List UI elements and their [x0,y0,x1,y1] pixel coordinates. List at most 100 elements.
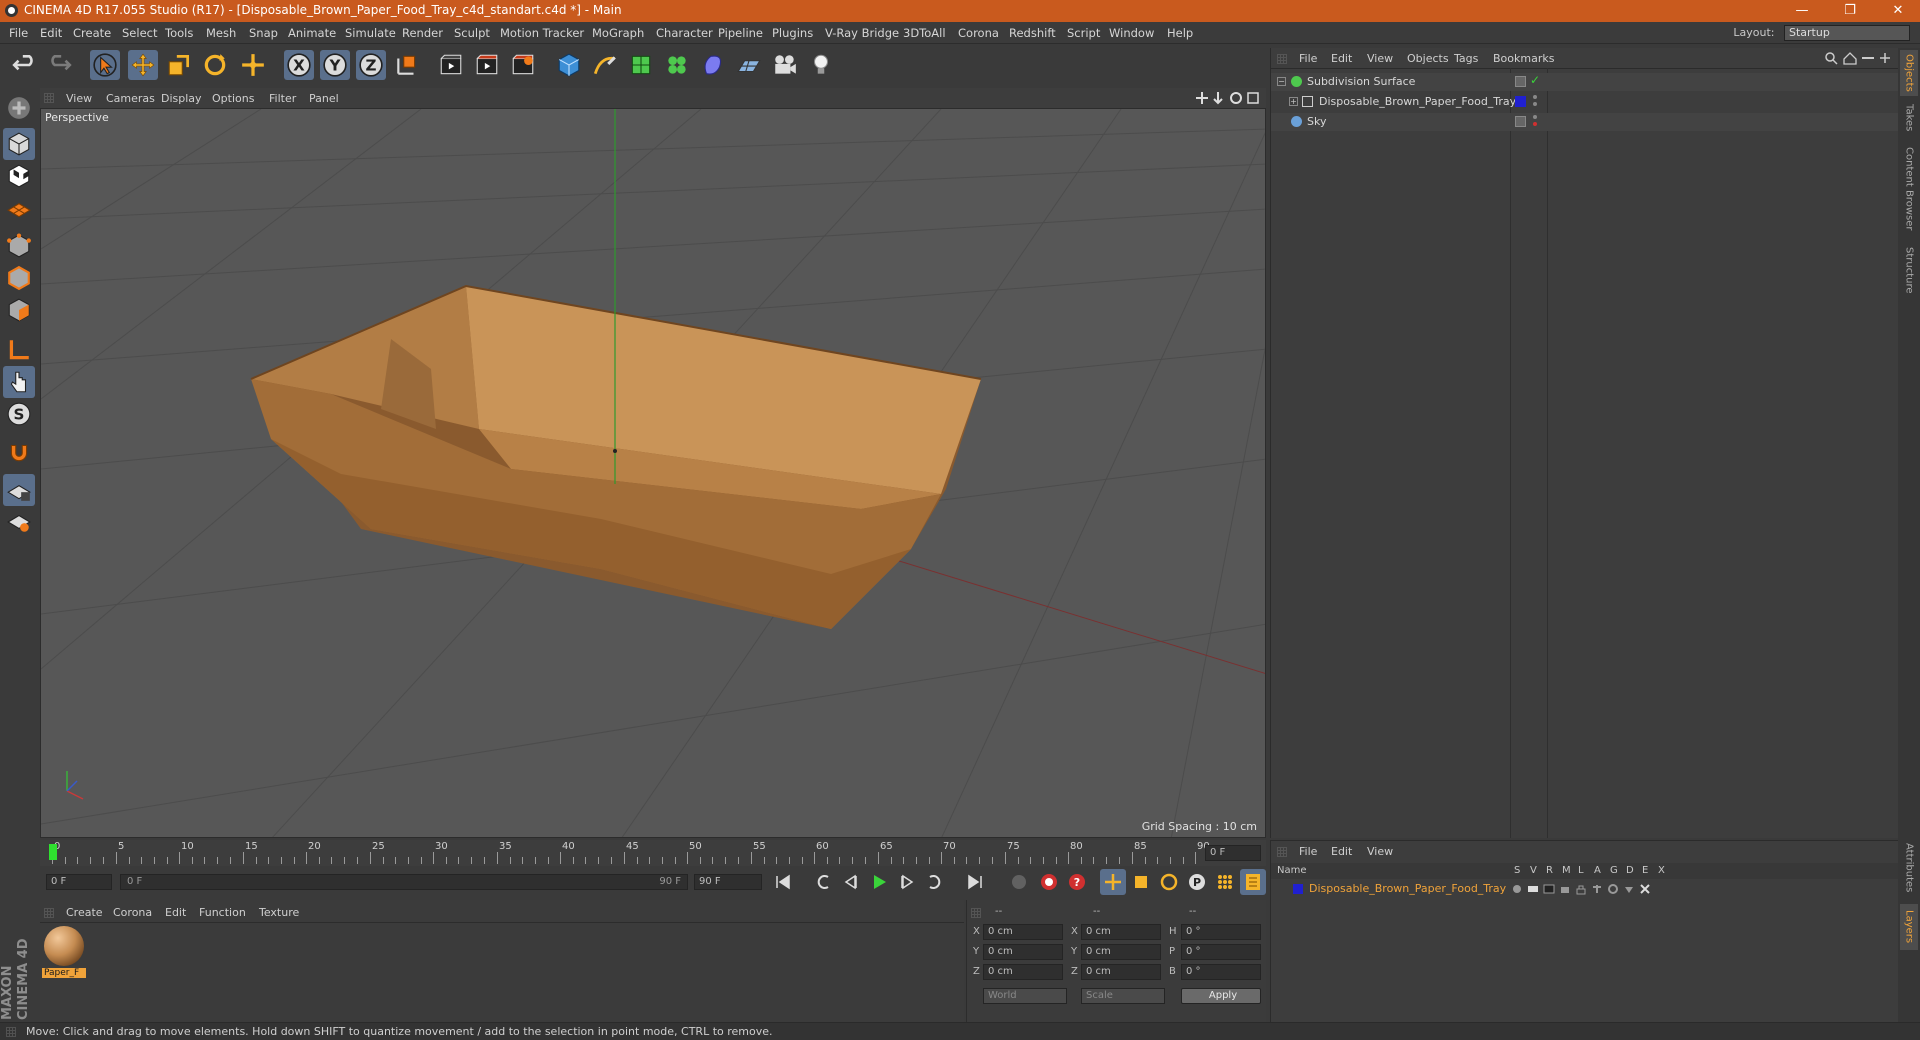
menu-snap[interactable]: Snap [249,26,278,40]
menu-window[interactable]: Window [1109,26,1154,40]
collapse-toggle-icon[interactable]: − [1277,77,1286,86]
menu-simulate[interactable]: Simulate [345,26,396,40]
side-tab-structure[interactable]: Structure [1900,242,1918,298]
menu-create[interactable]: Create [73,26,111,40]
object-row-food-tray[interactable]: + Disposable_Brown_Paper_Food_Tray [1271,93,1899,111]
light-icon[interactable] [806,50,836,80]
render-dot-icon[interactable] [1533,102,1537,106]
perspective-viewport[interactable]: Perspective Grid Spacing : 10 cm [40,108,1266,838]
minimize-button[interactable]: — [1780,0,1824,22]
viewport-menu-options[interactable]: Options [212,92,254,105]
layer-visibility-icon[interactable] [1515,76,1526,87]
side-tab-layers[interactable]: Layers [1900,904,1918,950]
layer-menu-edit[interactable]: Edit [1331,845,1352,858]
material-swatch[interactable]: Paper_F [42,926,86,984]
object-manager-toolbar-icons[interactable] [1824,51,1892,65]
workplane-mode-icon[interactable] [3,192,35,224]
next-frame-icon[interactable] [894,869,920,895]
coord-mode-dropdown[interactable]: World [983,988,1067,1004]
apply-button[interactable]: Apply [1181,988,1261,1004]
cube-primitive-icon[interactable] [554,50,584,80]
material-menu-function[interactable]: Function [199,906,246,919]
side-tab-objects[interactable]: Objects [1900,50,1918,96]
menu-render[interactable]: Render [402,26,443,40]
move-tool-icon[interactable] [128,50,158,80]
render-picture-viewer-icon[interactable] [472,50,502,80]
render-dot-icon[interactable] [1533,122,1537,126]
redo-icon[interactable] [44,50,74,80]
keyframe-selection-icon[interactable]: ? [1064,869,1090,895]
prev-frame-icon[interactable] [838,869,864,895]
coord-pos-z-field[interactable]: 0 cm [983,964,1063,980]
object-menu-view[interactable]: View [1367,52,1393,65]
model-mode-icon[interactable] [3,128,35,160]
subdivision-surface-icon[interactable] [626,50,656,80]
prev-key-icon[interactable] [810,869,836,895]
coord-size-x-field[interactable]: 0 cm [1081,924,1161,940]
menu-redshift[interactable]: Redshift [1009,26,1056,40]
play-icon[interactable] [866,869,892,895]
object-menu-objects[interactable]: Objects [1407,52,1449,65]
visibility-dot-icon[interactable] [1533,95,1537,99]
record-key-icon[interactable] [1006,869,1032,895]
menu-plugins[interactable]: Plugins [772,26,813,40]
timeline-ruler[interactable]: 0 5 10 15 20 25 30 35 40 45 50 55 60 65 70 75 80 85 90 0 F [40,840,1266,866]
layout-dropdown[interactable]: Startup [1784,25,1910,41]
select-pointer-icon[interactable] [90,50,120,80]
max-frame-field[interactable]: 90 F [694,874,762,890]
object-row-sky[interactable]: Sky [1271,113,1899,131]
current-frame-field[interactable]: 0 F [46,874,112,890]
object-menu-edit[interactable]: Edit [1331,52,1352,65]
coord-rot-p-field[interactable]: 0 ° [1181,944,1261,960]
menu-edit[interactable]: Edit [40,26,62,40]
playhead-marker[interactable] [49,844,57,860]
coord-size-z-field[interactable]: 0 cm [1081,964,1161,980]
timeline-frame-field[interactable]: 0 F [1205,845,1261,861]
transform-tool-icon[interactable] [238,50,268,80]
texture-mode-icon[interactable] [3,160,35,192]
menu-mesh[interactable]: Mesh [206,26,236,40]
menu-motion-tracker[interactable]: Motion Tracker [500,26,584,40]
coord-rot-b-field[interactable]: 0 ° [1181,964,1261,980]
coord-size-mode-dropdown[interactable]: Scale [1081,988,1165,1004]
tweak-mode-icon[interactable] [3,366,35,398]
autokey-icon[interactable] [1036,869,1062,895]
viewport-menu-filter[interactable]: Filter [269,92,296,105]
axis-mode-icon[interactable] [3,334,35,366]
deformer-icon[interactable] [698,50,728,80]
render-view-icon[interactable] [436,50,466,80]
range-slider[interactable]: 0 F 90 F [120,874,688,890]
menu-tools[interactable]: Tools [165,26,193,40]
key-scale-icon[interactable] [1128,869,1154,895]
snap-enable-icon[interactable]: S [3,398,35,430]
layer-color-swatch[interactable] [1293,884,1303,894]
magnet-snap-icon[interactable] [3,436,35,468]
object-menu-file[interactable]: File [1299,52,1317,65]
points-mode-icon[interactable] [3,230,35,262]
menu-help[interactable]: Help [1167,26,1193,40]
side-tab-takes[interactable]: Takes [1900,100,1918,136]
visibility-dot-icon[interactable] [1533,115,1537,119]
layer-row[interactable]: Disposable_Brown_Paper_Food_Tray [1271,881,1899,897]
material-menu-texture[interactable]: Texture [259,906,299,919]
undo-icon[interactable] [10,50,40,80]
make-editable-icon[interactable] [3,92,35,124]
viewport-navigation-icons[interactable] [1196,91,1260,105]
next-key-icon[interactable] [922,869,948,895]
viewport-menu-display[interactable]: Display [161,92,202,105]
layer-color-swatch[interactable] [1515,96,1526,107]
menu-mograph[interactable]: MoGraph [592,26,644,40]
menu-character[interactable]: Character [656,26,713,40]
render-settings-icon[interactable] [508,50,538,80]
layer-flag-icons[interactable] [1511,883,1671,895]
coordinate-system-icon[interactable] [392,50,422,80]
side-tab-attributes[interactable]: Attributes [1900,838,1918,898]
z-axis-lock-icon[interactable]: Z [356,50,386,80]
menu-3dtoall[interactable]: 3DToAll [903,26,946,40]
cloner-icon[interactable] [662,50,692,80]
coord-rot-h-field[interactable]: 0 ° [1181,924,1261,940]
coord-pos-y-field[interactable]: 0 cm [983,944,1063,960]
grid-lock-icon[interactable] [3,474,35,506]
material-menu-edit[interactable]: Edit [165,906,186,919]
goto-end-icon[interactable] [962,869,988,895]
